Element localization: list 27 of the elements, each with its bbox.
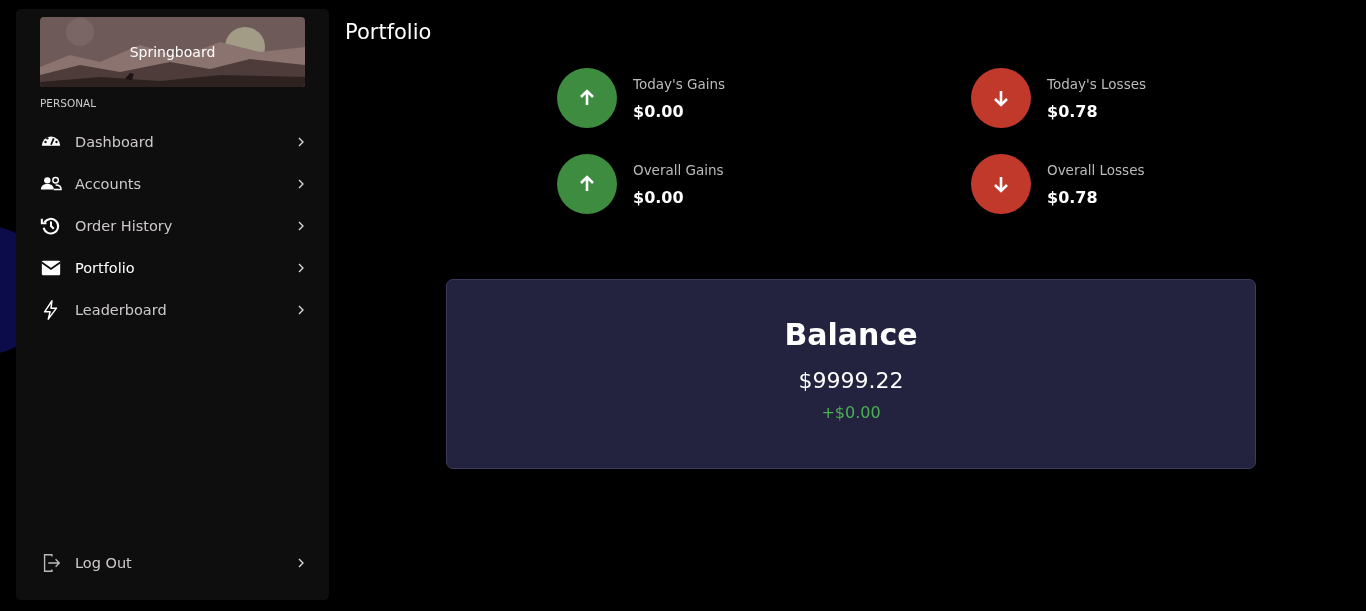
stat-value: $0.78 <box>1047 101 1099 121</box>
balance-amount: $9999.22 <box>798 368 904 393</box>
balance-title: Balance <box>784 317 918 352</box>
page-title: Portfolio <box>345 20 433 44</box>
stat-label: Today's Gains <box>633 75 726 92</box>
stat-value: $0.00 <box>633 187 685 207</box>
nav-item[interactable]: Portfolio <box>40 247 305 289</box>
stat-label: Today's Losses <box>1047 75 1147 92</box>
history-icon <box>40 215 62 237</box>
logout-item[interactable]: Log Out <box>40 542 305 584</box>
nav-item[interactable]: Order History <box>40 205 305 247</box>
chevron-icon <box>297 179 305 189</box>
stat-label: Overall Gains <box>633 161 724 178</box>
chevron-icon <box>297 305 305 315</box>
stat-value: $0.00 <box>633 101 685 121</box>
chevron-icon <box>297 263 305 273</box>
nav-item[interactable]: Leaderboard <box>40 289 305 331</box>
chevron-icon <box>297 137 305 147</box>
nav-item[interactable]: Accounts <box>40 163 305 205</box>
chevron-icon <box>297 558 305 568</box>
section-label: PERSONAL <box>40 97 98 109</box>
stat-label: Overall Losses <box>1047 161 1145 178</box>
stat-value: $0.78 <box>1047 187 1099 207</box>
balance-change: +$0.00 <box>821 403 881 422</box>
chevron-icon <box>297 221 305 231</box>
nav-item[interactable]: Dashboard <box>40 121 305 163</box>
brand-title: Springboard <box>128 44 217 60</box>
